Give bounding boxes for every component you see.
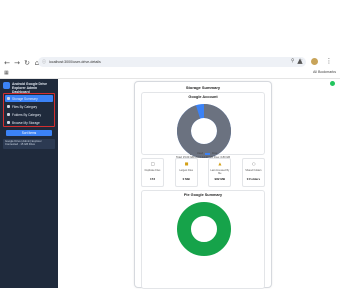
sort-items-button[interactable]: Sort Items (6, 130, 52, 136)
stat-label: Largest Files (179, 169, 193, 172)
stat-value: 982 MB (214, 177, 226, 181)
stat-card-largest-files[interactable]: ■ Largest Files 0 MB (174, 158, 198, 187)
app-logo-icon (3, 82, 10, 89)
bookmarks-bar (0, 69, 340, 78)
site-info-icon[interactable]: ⓘ (42, 59, 46, 65)
sidebar-item-files-by-category[interactable]: Files By Category (5, 103, 53, 110)
legend-swatch-used (190, 152, 195, 155)
reload-icon[interactable]: ↻ (22, 58, 32, 68)
panel-title: Pie Google Summary (183, 193, 223, 197)
pie-summary-panel: Pie Google Summary (141, 190, 265, 289)
stats-row: □ Duplicate Files 173 ■ Largest Files 0 … (141, 158, 265, 187)
drive-icon (7, 121, 10, 124)
legend-label-used: Used (197, 152, 204, 155)
file-icon (7, 105, 10, 108)
app-viewport: Android Google Drive Explorer Admin Dash… (0, 78, 340, 289)
lock-icon: ▲ (218, 161, 222, 166)
sidebar-info-box: Google Drive (Admin) Explorer Connected … (3, 139, 55, 149)
sidebar-item-label: Browse My Storage (12, 120, 40, 125)
donut-legend: Used Free (190, 152, 217, 155)
kebab-menu-icon[interactable]: ⋮ (324, 56, 334, 66)
stat-value: 173 (149, 177, 155, 181)
url-text[interactable]: localhost:3000/user-drive-details (49, 60, 101, 64)
donut-used-arc (177, 104, 231, 158)
legend-label-free: Free (212, 152, 218, 155)
sidebar-item-browse-storage[interactable]: Browse My Storage (5, 119, 53, 126)
file-icon: □ (151, 161, 155, 166)
share-icon: ○ (251, 161, 256, 166)
sidebar: Android Google Drive Explorer Admin Dash… (0, 79, 58, 288)
sidebar-info-line: Connected · 15 GB Drive (5, 143, 36, 147)
status-indicator (330, 81, 335, 86)
summary-donut-chart (177, 202, 231, 256)
puzzle-icon[interactable]: ▲ (295, 56, 305, 66)
card-title: Storage Summary (185, 85, 221, 90)
google-account-panel: Google Account Used Free Total: 15.00 GB… (141, 92, 265, 159)
stat-value: 0 Folders (246, 177, 261, 181)
avatar[interactable] (311, 57, 318, 65)
apps-grid-icon[interactable]: ▦ (4, 70, 9, 76)
storage-summary-card: Storage Summary Google Account Used Free… (134, 81, 272, 289)
all-bookmarks-link[interactable]: All Bookmarks (313, 70, 336, 74)
stat-label: Shared Folders (245, 169, 262, 172)
sidebar-item-label: Files By Category (12, 104, 38, 109)
stat-label: Duplicate Files (144, 169, 161, 172)
stat-value: 0 MB (182, 177, 190, 181)
stat-card-duplicate-files[interactable]: □ Duplicate Files 173 (141, 158, 164, 187)
tab-strip (0, 0, 340, 52)
sidebar-item-label: Storage Summary (12, 96, 38, 101)
sidebar-item-folders-by-category[interactable]: Folders By Category (5, 111, 53, 118)
folder-icon: ■ (184, 161, 189, 166)
arrow-right-icon[interactable]: → (12, 58, 22, 68)
stat-label: Last Accessed By Me (210, 169, 230, 175)
legend-swatch-free (205, 152, 211, 155)
panel-title: Google Account (188, 95, 218, 99)
sidebar-nav: Storage Summary Files By Category Folder… (3, 93, 55, 127)
folder-icon (7, 113, 10, 116)
sidebar-item-storage-summary[interactable]: Storage Summary (5, 95, 53, 102)
stat-card-last-accessed[interactable]: ▲ Last Accessed By Me 982 MB (208, 158, 232, 187)
address-bar[interactable]: ⓘ localhost:3000/user-drive-details ⚲ ☆ (38, 57, 306, 67)
sidebar-item-label: Folders By Category (12, 112, 42, 117)
toolbar-right: ▲ ⋮ (295, 56, 334, 66)
browser-window: ← → ↻ ⌂ ⓘ localhost:3000/user-drive-deta… (0, 0, 340, 289)
chart-icon (7, 97, 10, 100)
donut-ring (177, 202, 231, 256)
zoom-icon[interactable]: ⚲ (291, 58, 295, 64)
arrow-left-icon[interactable]: ← (2, 58, 12, 68)
stat-card-shared-folders[interactable]: ○ Shared Folders 0 Folders (241, 158, 265, 187)
